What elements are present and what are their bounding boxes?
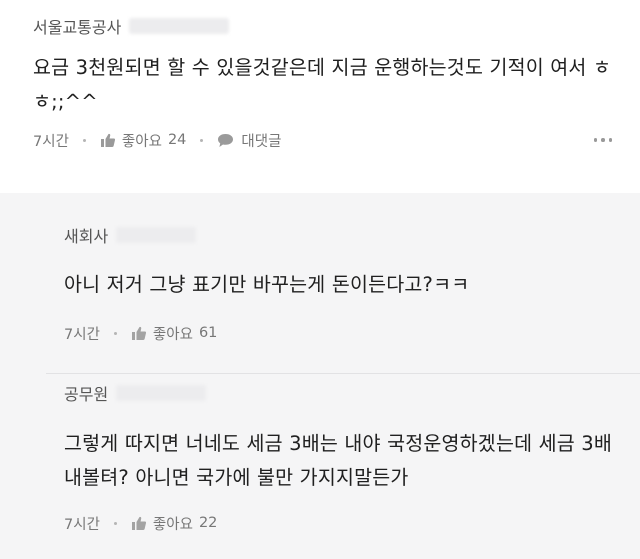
reply-header: 공무원 [64, 381, 612, 405]
thumbs-up-icon [100, 133, 116, 148]
reply-text: 그렇게 따지면 너네도 세금 3배는 내야 국정운영하겠는데 세금 3배 내볼텨… [64, 432, 613, 489]
separator-dot [82, 138, 86, 142]
blurred-badge [116, 385, 207, 401]
comment-meta: 7시간 좋아요 24 대댓글 [33, 128, 612, 152]
reply-header: 새회사 [64, 223, 612, 247]
like-button[interactable]: 좋아요 61 [131, 323, 217, 344]
reply-text: 아니 저거 그냥 표기만 바꾸는게 돈이든다고?ㅋㅋ [64, 273, 470, 296]
like-count: 61 [198, 325, 218, 341]
like-count: 22 [198, 515, 218, 531]
reply-author[interactable]: 공무원 [64, 381, 108, 405]
more-options-icon[interactable] [593, 138, 612, 142]
reply-time: 7시간 [64, 516, 100, 533]
blurred-badge [129, 18, 230, 34]
reply-meta: 7시간 좋아요 61 [64, 321, 612, 345]
like-button[interactable]: 좋아요 22 [131, 513, 217, 534]
comment-author[interactable]: 서울교통공사 [33, 14, 121, 38]
reply-label: 대댓글 [241, 133, 282, 150]
speech-bubble-icon [217, 133, 234, 148]
like-label: 좋아요 [152, 326, 193, 343]
separator-dot [200, 138, 204, 142]
blurred-badge [116, 227, 197, 243]
separator-dot [113, 331, 117, 335]
comment-time: 7시간 [33, 133, 69, 150]
reply-item: 새회사 아니 저거 그냥 표기만 바꾸는게 돈이든다고?ㅋㅋ 7시간 좋아요 6… [0, 193, 640, 374]
comment-header: 서울교통공사 [33, 14, 612, 38]
reply-meta: 7시간 좋아요 22 [64, 511, 612, 535]
like-label: 좋아요 [121, 133, 162, 150]
reply-item: 공무원 그렇게 따지면 너네도 세금 3배는 내야 국정운영하겠는데 세금 3배… [0, 374, 640, 559]
like-button[interactable]: 좋아요 24 [100, 130, 186, 151]
like-label: 좋아요 [152, 516, 193, 533]
reply-button[interactable]: 대댓글 [217, 130, 281, 151]
thumbs-up-icon [131, 326, 147, 341]
comment-text: 요금 3천원되면 할 수 있을것같은데 지금 운행하는것도 기적이 여서 ㅎㅎ;… [33, 56, 612, 113]
reply-time: 7시간 [64, 326, 100, 343]
reply-author[interactable]: 새회사 [64, 223, 108, 247]
like-count: 24 [167, 132, 187, 148]
separator-dot [113, 521, 117, 525]
thumbs-up-icon [131, 516, 147, 531]
comment-item: 서울교통공사 요금 3천원되면 할 수 있을것같은데 지금 운행하는것도 기적이… [0, 0, 640, 193]
